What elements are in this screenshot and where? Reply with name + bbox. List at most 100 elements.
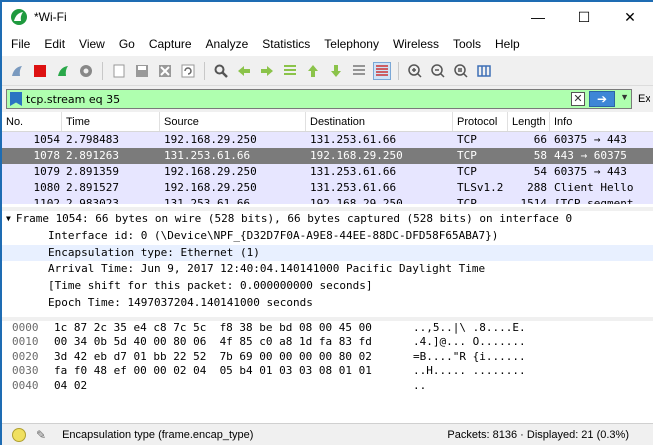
table-row[interactable]: 1078 2.891263 131.253.61.66 192.168.29.2… — [2, 148, 653, 164]
byte-row[interactable]: 0020 3d 42 eb d7 01 bb 22 52 7b 69 00 00… — [2, 350, 653, 364]
apply-filter-button[interactable]: ➔ — [589, 91, 615, 107]
cell-source: 192.168.29.250 — [164, 181, 257, 194]
menu-view[interactable]: View — [72, 32, 112, 56]
byte-offset: 0000 — [12, 321, 39, 334]
table-row[interactable]: 1102 2.983023 131.253.61.66 192.168.29.2… — [2, 196, 653, 204]
col-header-no[interactable]: No. — [2, 112, 62, 131]
open-file-icon[interactable] — [110, 62, 128, 80]
cell-info: [TCP segment — [554, 197, 634, 204]
tree-item-selected[interactable]: Encapsulation type: Ethernet (1) — [2, 244, 653, 262]
main-toolbar — [2, 56, 653, 86]
last-packet-icon[interactable] — [327, 62, 345, 80]
byte-ascii: =B...."R {i...... — [413, 349, 526, 363]
cell-protocol: TCP — [457, 165, 477, 178]
tree-item[interactable]: Arrival Time: Jun 9, 2017 12:40:04.14014… — [2, 261, 653, 278]
menu-file[interactable]: File — [4, 32, 37, 56]
byte-row[interactable]: 0030 fa f0 48 ef 00 00 02 04 05 b4 01 03… — [2, 364, 653, 378]
start-capture-icon[interactable] — [8, 62, 26, 80]
tree-item[interactable]: Epoch Time: 1497037204.140141000 seconds — [2, 295, 653, 312]
cell-protocol: TCP — [457, 133, 477, 146]
byte-offset: 0020 — [12, 349, 39, 363]
resize-columns-icon[interactable] — [475, 62, 493, 80]
go-forward-icon[interactable] — [258, 62, 276, 80]
cell-time: 2.891527 — [66, 181, 119, 194]
col-header-source[interactable]: Source — [160, 112, 306, 131]
display-filter-input[interactable]: tcp.stream eq 35 ✕ ➔ ▼ — [6, 89, 632, 109]
menu-wireless[interactable]: Wireless — [386, 32, 446, 56]
toolbar-separator — [204, 61, 205, 80]
cell-no: 1078 — [33, 149, 61, 162]
close-button[interactable]: ✕ — [607, 2, 653, 32]
byte-ascii: ..H..... ........ — [413, 364, 526, 378]
toolbar-separator — [398, 61, 399, 80]
tree-item-frame[interactable]: ▼ Frame 1054: 66 bytes on wire (528 bits)… — [2, 211, 653, 228]
byte-offset: 0040 — [12, 378, 39, 392]
table-row[interactable]: 1079 2.891359 192.168.29.250 131.253.61.… — [2, 164, 653, 180]
byte-ascii: ..,5..|\ .8....E. — [413, 321, 526, 334]
status-field-description: Encapsulation type (frame.encap_type) — [62, 428, 254, 441]
cell-time: 2.891263 — [66, 149, 119, 162]
colorize-icon[interactable] — [373, 61, 391, 80]
toolbar-separator — [102, 61, 103, 80]
close-file-icon[interactable] — [156, 62, 174, 80]
byte-offset: 0010 — [12, 335, 39, 349]
cell-destination: 131.253.61.66 — [310, 165, 397, 178]
cell-source: 192.168.29.250 — [164, 165, 257, 178]
byte-ascii: .4.]@... O....... — [413, 335, 526, 349]
menu-edit[interactable]: Edit — [37, 32, 72, 56]
col-header-time[interactable]: Time — [62, 112, 160, 131]
cell-length: 288 — [527, 181, 547, 194]
menu-telephony[interactable]: Telephony — [317, 32, 386, 56]
tree-item[interactable]: [Time shift for this packet: 0.000000000… — [2, 278, 653, 295]
col-header-protocol[interactable]: Protocol — [453, 112, 508, 131]
table-row[interactable]: 1080 2.891527 192.168.29.250 131.253.61.… — [2, 180, 653, 196]
byte-hex: 3d 42 eb d7 01 bb 22 52 7b 69 00 00 00 0… — [54, 349, 372, 363]
filter-dropdown-icon[interactable]: ▼ — [620, 92, 629, 102]
collapse-arrow-icon[interactable]: ▼ — [6, 211, 11, 228]
expert-info-icon[interactable] — [12, 427, 26, 442]
col-header-destination[interactable]: Destination — [306, 112, 453, 131]
menu-statistics[interactable]: Statistics — [255, 32, 317, 56]
byte-row[interactable]: 0000 1c 87 2c 35 e4 c8 7c 5c f8 38 be bd… — [2, 321, 653, 335]
maximize-button[interactable]: ☐ — [561, 2, 607, 32]
col-header-length[interactable]: Length — [508, 112, 550, 131]
zoom-in-icon[interactable] — [406, 62, 424, 80]
menu-capture[interactable]: Capture — [142, 32, 199, 56]
cell-no: 1102 — [33, 197, 61, 204]
menu-analyze[interactable]: Analyze — [199, 32, 256, 56]
cell-info: 443 → 60375 — [554, 149, 627, 162]
menu-bar: File Edit View Go Capture Analyze Statis… — [2, 32, 653, 56]
cell-info: 60375 → 443 — [554, 165, 627, 178]
byte-row[interactable]: 0010 00 34 0b 5d 40 00 80 06 4f 85 c0 a8… — [2, 335, 653, 349]
tree-item[interactable]: Interface id: 0 (\Device\NPF_{D32D7F0A-A… — [2, 228, 653, 245]
cell-protocol: TCP — [457, 149, 477, 162]
go-back-icon[interactable] — [235, 62, 253, 80]
stop-capture-icon[interactable] — [31, 62, 49, 80]
minimize-button[interactable]: — — [515, 2, 561, 32]
menu-help[interactable]: Help — [488, 32, 527, 56]
cell-destination: 192.168.29.250 — [310, 149, 403, 162]
table-row[interactable]: 1054 2.798483 192.168.29.250 131.253.61.… — [2, 132, 653, 148]
expression-button[interactable]: Ex — [632, 93, 650, 105]
save-file-icon[interactable] — [133, 62, 151, 80]
zoom-normal-icon[interactable] — [452, 62, 470, 80]
byte-row[interactable]: 0040 04 02 .. — [2, 379, 653, 393]
packet-list: No. Time Source Destination Protocol Len… — [2, 112, 653, 207]
reload-file-icon[interactable] — [179, 62, 197, 80]
edit-comment-icon[interactable]: ✎ — [36, 428, 46, 442]
bookmark-icon[interactable] — [10, 92, 22, 106]
zoom-out-icon[interactable] — [429, 62, 447, 80]
auto-scroll-icon[interactable] — [350, 62, 368, 80]
go-to-packet-icon[interactable] — [281, 62, 299, 80]
cell-length: 66 — [533, 133, 547, 146]
find-packet-icon[interactable] — [212, 62, 230, 80]
menu-go[interactable]: Go — [112, 32, 142, 56]
cell-no: 1079 — [33, 165, 61, 178]
first-packet-icon[interactable] — [304, 62, 322, 80]
restart-capture-icon[interactable] — [54, 62, 72, 80]
clear-filter-icon[interactable]: ✕ — [571, 92, 585, 106]
menu-tools[interactable]: Tools — [446, 32, 488, 56]
wireshark-window: *Wi-Fi — ☐ ✕ File Edit View Go Capture A… — [2, 2, 653, 445]
col-header-info[interactable]: Info — [550, 112, 653, 131]
capture-options-icon[interactable] — [77, 62, 95, 80]
